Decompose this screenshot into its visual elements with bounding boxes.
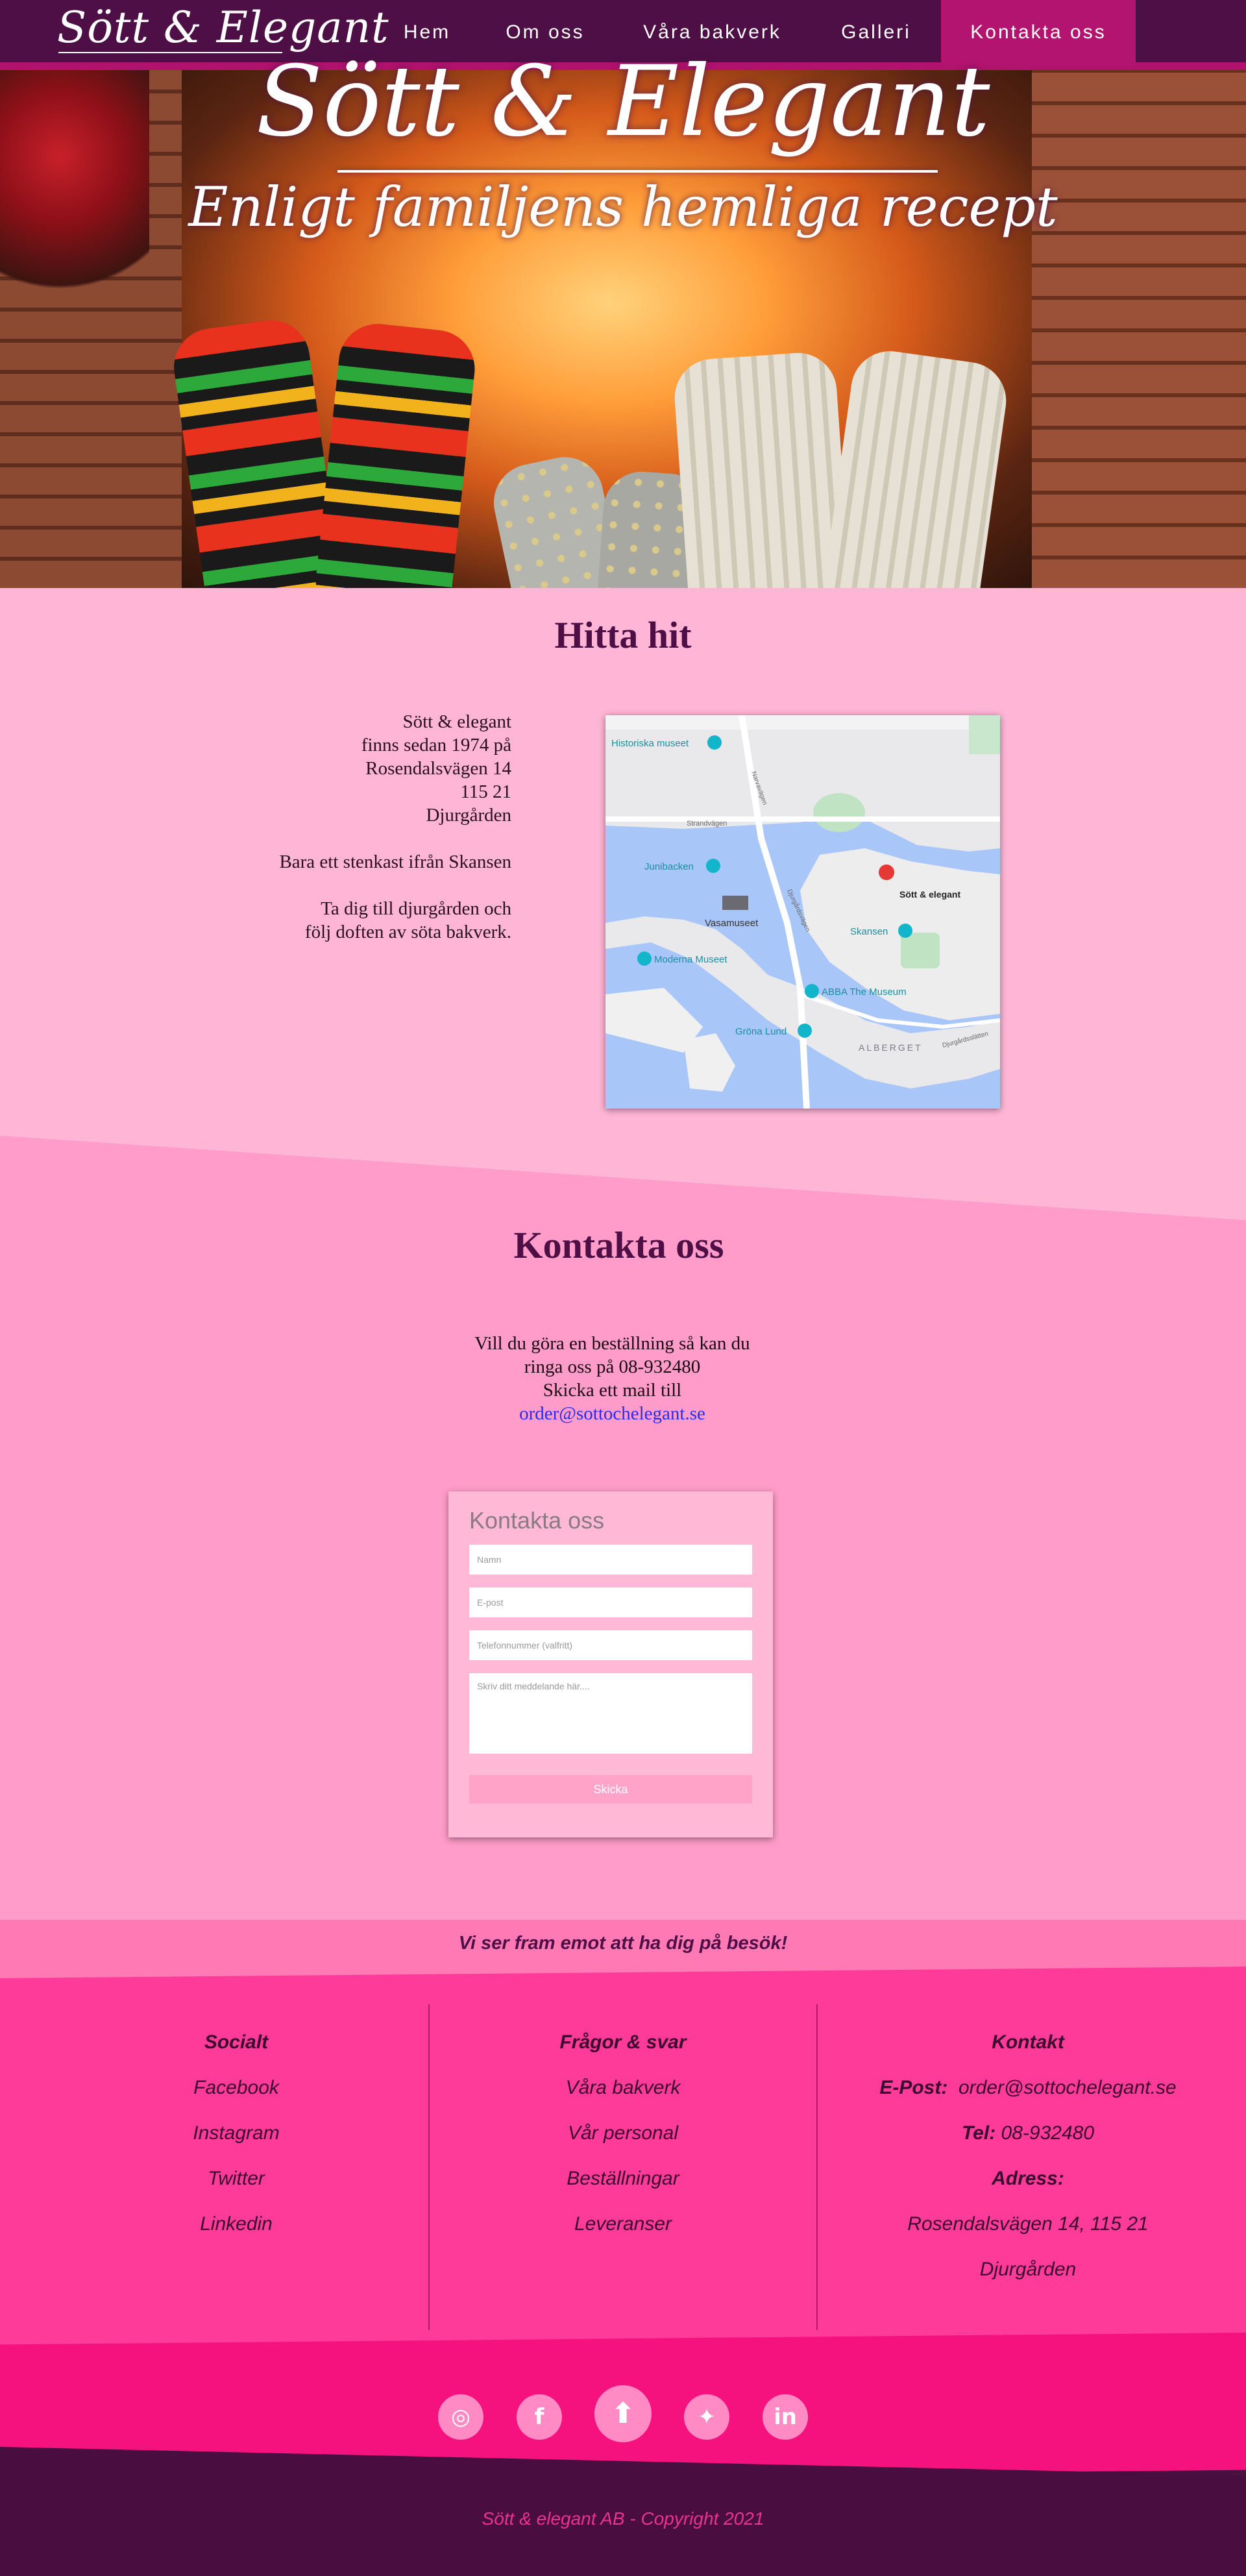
footer-link-bestallningar[interactable]: Beställningar [422,2168,824,2190]
instagram-icon[interactable]: ◎ [438,2394,483,2440]
facebook-icon[interactable]: f [517,2394,562,2440]
footer-address-label: Adress: [992,2168,1064,2189]
footer-email-row: E-Post: order@sottochelegant.se [827,2077,1229,2099]
footer-address-line1: Rosendalsvägen 14, 115 21 [907,2213,1149,2235]
footer-email-label: E-Post: [879,2077,948,2098]
footer-link-linkedin[interactable]: Linkedin [35,2213,437,2235]
knit-sock-left [672,350,853,588]
find-us-line: finns sedan 1974 på [361,735,511,755]
footer-social-heading: Socialt [204,2031,269,2053]
footer-contact-column: Kontakt E-Post: order@sottochelegant.se … [827,2031,1229,2304]
find-us-line: Rosendalsvägen 14 [365,758,511,779]
contact-form: Kontakta oss Skicka [448,1491,773,1837]
find-us-line: Sött & elegant [402,711,511,732]
find-us-line: 115 21 [460,781,511,802]
map-label-skansen: Skansen [850,926,888,937]
hero-subtitle: Enligt familjens hemliga recept [188,175,1058,239]
map-pin-moderna[interactable] [637,951,652,966]
map-icon-vasamuseet [722,896,748,910]
twitter-icon[interactable]: ✦ [684,2394,729,2440]
message-textarea[interactable] [469,1673,752,1754]
map-label-moderna: Moderna Museet [654,954,727,965]
name-input[interactable] [469,1545,752,1575]
find-us-text: Sött & elegant finns sedan 1974 på Rosen… [195,710,511,944]
footer-address-line2: Djurgården [979,2259,1077,2280]
location-map[interactable]: Historiska museet Narvavägen Strandvägen… [605,715,1000,1109]
map-canvas: Historiska museet Narvavägen Strandvägen… [605,715,1000,1109]
map-pin-grona-lund[interactable] [798,1024,812,1038]
hero-divider [337,170,938,173]
email-input[interactable] [469,1588,752,1617]
contact-line: Skicka ett mail till [543,1380,682,1401]
contact-text: Vill du göra en beställning så kan du ri… [0,1332,1225,1425]
find-us-line: Ta dig till djurgården och [321,898,511,919]
footer-tel-label: Tel: [961,2122,996,2144]
map-pin-junibacken[interactable] [706,859,720,873]
send-button[interactable]: Skicka [469,1775,752,1804]
find-us-line: Djurgården [426,805,511,826]
map-park-2 [969,715,1000,754]
map-label-sott: Sött & elegant [899,889,960,900]
map-pin-abba[interactable] [805,984,819,998]
find-us-line [195,827,511,850]
contact-title: Kontakta oss [513,1224,724,1266]
footer-link-leveranser[interactable]: Leveranser [422,2213,824,2235]
map-park-1 [813,793,865,832]
contact-line: ringa oss på 08-932480 [524,1356,701,1377]
arrow-up-icon[interactable]: ⬆ [594,2385,652,2442]
map-label-vasamuseet: Vasamuseet [705,918,759,929]
contact-line: Vill du göra en beställning så kan du [474,1333,750,1354]
footer-email[interactable]: order@sottochelegant.se [959,2077,1177,2098]
find-us-line: följ doften av söta bakverk. [304,922,511,942]
map-label-historiska: Historiska museet [611,738,689,749]
map-top-road [605,715,1000,730]
map-pin-historiska[interactable] [707,735,722,750]
find-us-line: Bara ett stenkast ifrån Skansen [279,852,511,872]
copyright: Sött & elegant AB - Copyright 2021 [482,2509,764,2529]
footer-faq-heading: Frågor & svar [559,2031,687,2053]
hero-title: Sött & Elegant [256,45,990,158]
footer-contact-heading: Kontakt [992,2031,1064,2053]
form-title: Kontakta oss [469,1507,605,1534]
map-label-abba: ABBA The Museum [822,987,907,998]
map-park-skansen [901,933,940,968]
footer-link-facebook[interactable]: Facebook [35,2077,437,2099]
footer-tel-row: Tel: 08-932480 [827,2122,1229,2144]
footer-tel[interactable]: 08-932480 [1001,2122,1094,2144]
contact-email-link[interactable]: order@sottochelegant.se [0,1402,1225,1425]
phone-input[interactable] [469,1630,752,1660]
footer-link-instagram[interactable]: Instagram [35,2122,437,2144]
footer-link-twitter[interactable]: Twitter [35,2168,437,2190]
footer-tagline: Vi ser fram emot att ha dig på besök! [458,1933,788,1954]
footer-faq-column: Frågor & svar Våra bakverk Vår personal … [422,2031,824,2259]
find-us-line [195,874,511,897]
map-label-alberget: ALBERGET [859,1042,923,1053]
find-us-title: Hitta hit [554,614,692,656]
linkedin-icon[interactable]: in [763,2394,808,2440]
map-label-grona-lund: Gröna Lund [735,1026,787,1037]
map-label-junibacken: Junibacken [644,861,694,872]
map-pin-skansen[interactable] [898,924,912,938]
footer-link-vara-bakverk[interactable]: Våra bakverk [422,2077,824,2099]
footer-link-var-personal[interactable]: Vår personal [422,2122,824,2144]
footer-social-column: Socialt Facebook Instagram Twitter Linke… [35,2031,437,2259]
map-label-strandvagen: Strandvägen [687,820,727,828]
